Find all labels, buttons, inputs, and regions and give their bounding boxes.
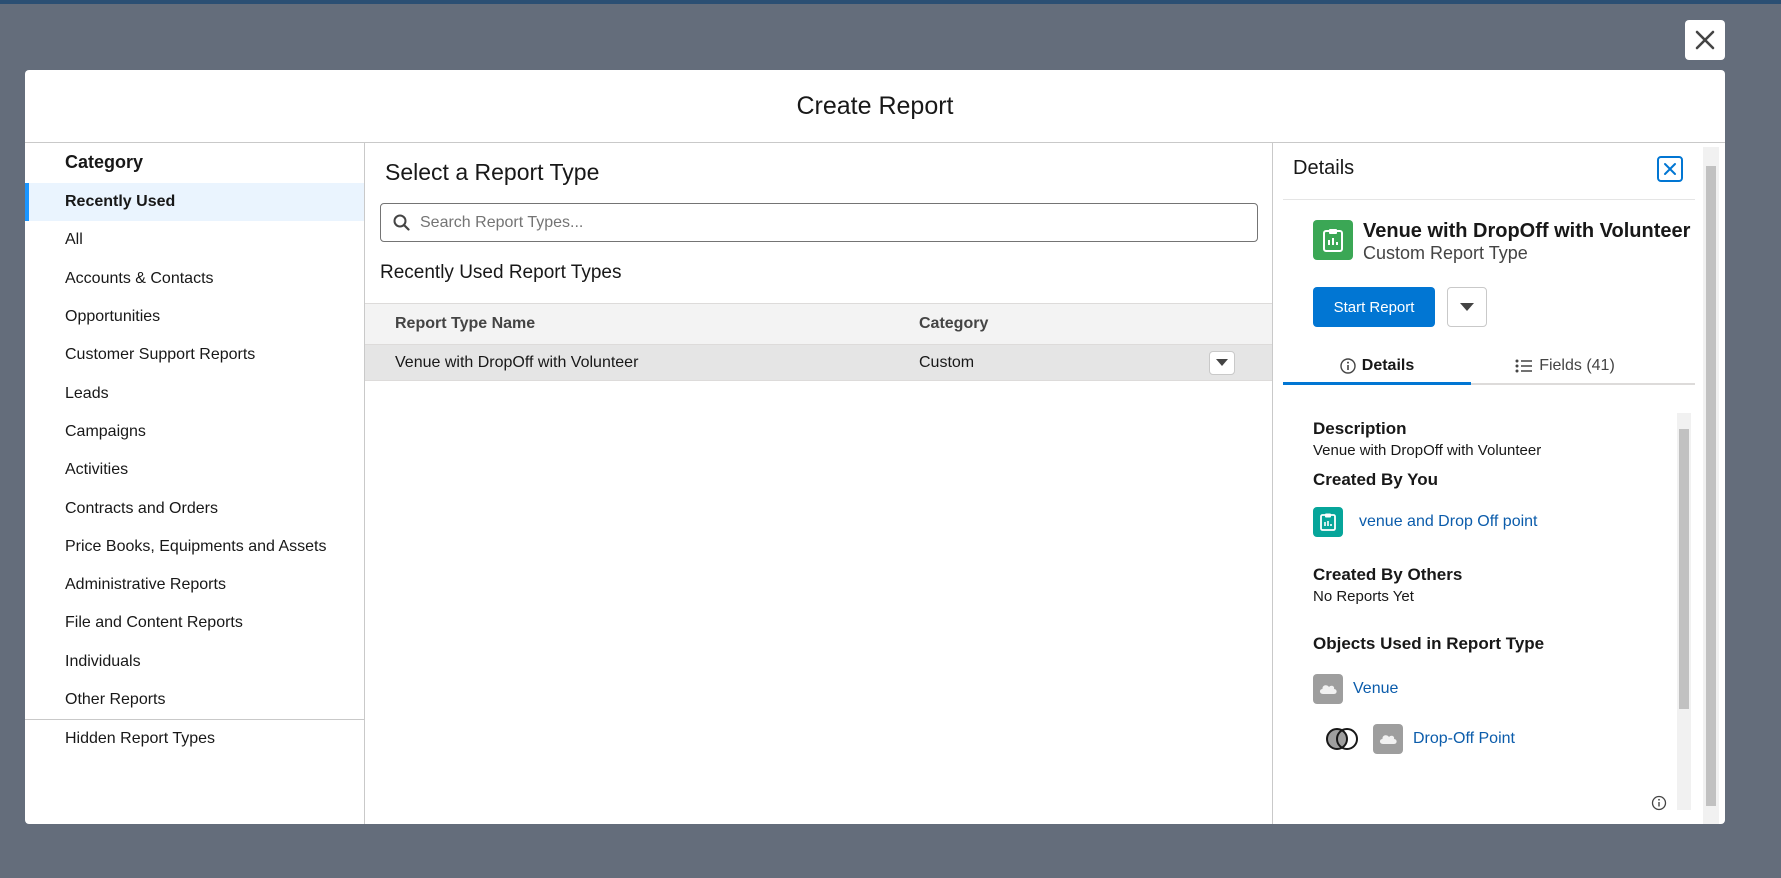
more-actions-button[interactable] [1447, 287, 1487, 327]
category-campaigns[interactable]: Campaigns [25, 413, 364, 451]
category-opportunities[interactable]: Opportunities [25, 298, 364, 336]
report-type-header: Venue with DropOff with Volunteer Custom… [1313, 220, 1690, 264]
object-item-drop-off-point: Drop-Off Point [1323, 724, 1515, 754]
chevron-down-icon [1216, 358, 1228, 366]
search-input[interactable] [420, 213, 1220, 232]
column-category[interactable]: Category [919, 315, 1209, 333]
category-other[interactable]: Other Reports [25, 681, 364, 719]
list-icon [1515, 359, 1533, 373]
create-report-modal: Create Report Category Recently Used All… [25, 70, 1725, 824]
modal-title: Create Report [796, 91, 954, 120]
created-by-others-text: No Reports Yet [1313, 588, 1414, 605]
tab-fields[interactable]: Fields (41) [1471, 349, 1659, 383]
start-report-button[interactable]: Start Report [1313, 287, 1435, 327]
category-price-books[interactable]: Price Books, Equipments and Assets [25, 528, 364, 566]
created-by-you-item: venue and Drop Off point [1313, 507, 1538, 537]
category-leads[interactable]: Leads [25, 374, 364, 412]
objects-used-label: Objects Used in Report Type [1313, 634, 1545, 653]
category-accounts-contacts[interactable]: Accounts & Contacts [25, 260, 364, 298]
info-icon [1340, 357, 1356, 374]
row-actions-button[interactable] [1209, 350, 1235, 375]
created-by-you-label: Created By You [1313, 470, 1439, 489]
table-header: Report Type Name Category [365, 303, 1272, 345]
details-scrollbar[interactable] [1703, 147, 1719, 824]
category-activities[interactable]: Activities [25, 451, 364, 489]
close-icon [1664, 163, 1676, 175]
object-item-venue: Venue [1313, 674, 1398, 704]
category-administrative[interactable]: Administrative Reports [25, 566, 364, 604]
description-text: Venue with DropOff with Volunteer [1313, 442, 1542, 459]
created-by-others-label: Created By Others [1313, 565, 1463, 584]
scrollbar-thumb[interactable] [1706, 166, 1716, 806]
report-type-name: Venue with DropOff with Volunteer [1363, 220, 1691, 242]
category-customer-support[interactable]: Customer Support Reports [25, 336, 364, 374]
tab-details[interactable]: Details [1283, 349, 1471, 385]
report-type-panel: Select a Report Type Recently Used Repor… [365, 143, 1273, 824]
close-icon [1695, 30, 1715, 50]
column-report-type-name[interactable]: Report Type Name [365, 315, 919, 333]
tab-fields-label: Fields (41) [1539, 357, 1615, 374]
details-content-scrollbar[interactable] [1677, 413, 1691, 810]
category-contracts-orders[interactable]: Contracts and Orders [25, 489, 364, 527]
category-heading: Category [65, 152, 144, 172]
category-recently-used[interactable]: Recently Used [25, 183, 364, 222]
join-icon [1326, 728, 1358, 750]
row-category: Custom [919, 353, 975, 371]
search-box[interactable] [380, 203, 1258, 242]
details-panel: Details Venue with DropOff with Voluntee… [1273, 143, 1725, 824]
category-hidden-report-types[interactable]: Hidden Report Types [25, 720, 364, 758]
description-label: Description [1313, 419, 1407, 438]
close-details-button[interactable] [1657, 156, 1683, 182]
report-type-icon [1313, 220, 1353, 260]
search-icon [393, 214, 410, 231]
report-type-kind: Custom Report Type [1363, 243, 1528, 263]
details-content: Description Venue with DropOff with Volu… [1283, 413, 1695, 811]
created-by-you-link[interactable]: venue and Drop Off point [1359, 513, 1538, 531]
object-link-drop-off-point[interactable]: Drop-Off Point [1413, 730, 1515, 748]
modal-header: Create Report [25, 70, 1725, 143]
table-row[interactable]: Venue with DropOff with Volunteer Custom [365, 345, 1272, 381]
row-report-type-name: Venue with DropOff with Volunteer [395, 353, 639, 371]
tab-details-label: Details [1361, 356, 1415, 374]
close-modal-button[interactable] [1685, 20, 1725, 60]
category-individuals[interactable]: Individuals [25, 643, 364, 681]
category-panel: Category Recently Used All Accounts & Co… [25, 143, 365, 824]
details-divider [1283, 199, 1695, 200]
info-icon[interactable] [1651, 795, 1667, 811]
recent-report-types-title: Recently Used Report Types [380, 262, 622, 283]
object-icon [1373, 724, 1403, 754]
category-all[interactable]: All [25, 221, 364, 259]
top-bar [0, 0, 1781, 4]
chevron-down-icon [1460, 302, 1474, 311]
object-link-venue[interactable]: Venue [1353, 680, 1398, 698]
select-report-type-title: Select a Report Type [385, 159, 600, 185]
details-tabs: Details Fields (41) [1283, 349, 1695, 385]
scrollbar-thumb[interactable] [1679, 429, 1689, 709]
category-file-content[interactable]: File and Content Reports [25, 604, 364, 642]
object-icon [1313, 674, 1343, 704]
report-icon [1313, 507, 1343, 537]
